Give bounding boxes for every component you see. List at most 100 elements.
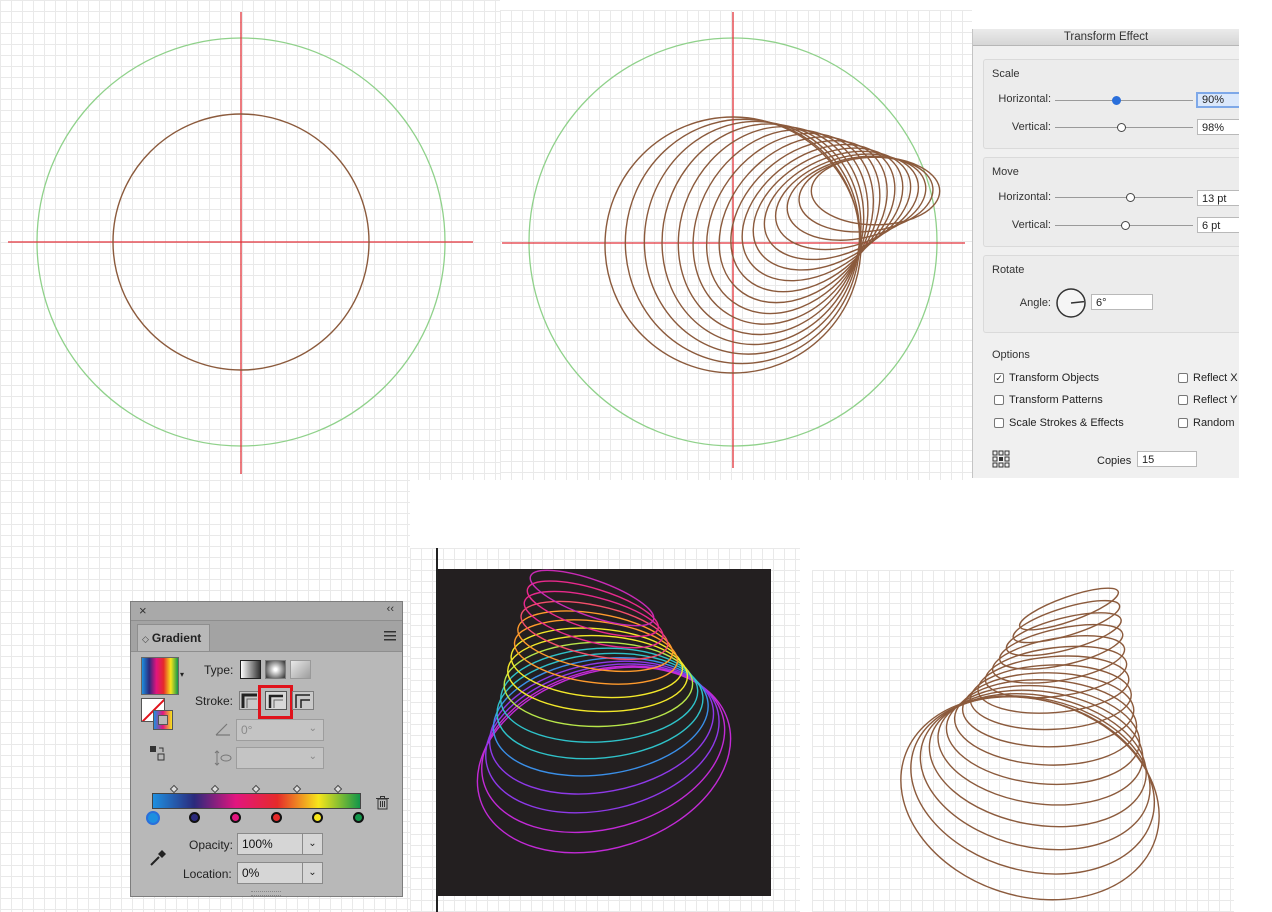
- reflect-y-checkbox[interactable]: [1178, 395, 1188, 405]
- black-artwork-background: [437, 569, 771, 896]
- aspect-ratio-icon: [214, 750, 232, 766]
- tab-gradient-label: Gradient: [151, 631, 202, 645]
- tab-gradient[interactable]: ◇ Gradient: [137, 624, 210, 651]
- radial-type-button[interactable]: [265, 660, 286, 679]
- move-vertical-field[interactable]: 6 pt: [1197, 217, 1239, 233]
- midpoint-diamond-4[interactable]: [292, 784, 302, 794]
- fill-stroke-proxy[interactable]: [141, 698, 175, 732]
- close-icon[interactable]: ×: [139, 603, 147, 618]
- ellipse-series-brown: [604, 116, 941, 374]
- scale-horizontal-field[interactable]: 90%: [1196, 92, 1239, 108]
- scale-vertical-label: Vertical:: [1011, 121, 1051, 133]
- reflect-y-label: Reflect Y: [1193, 394, 1238, 406]
- reference-point-icon[interactable]: [992, 450, 1010, 468]
- copies-label: Copies: [1097, 455, 1132, 467]
- gradient-slider-bar[interactable]: [152, 793, 361, 809]
- move-horizontal-field[interactable]: 13 pt: [1197, 190, 1239, 206]
- gradient-stop-5[interactable]: [312, 812, 323, 823]
- gradient-panel: × ‹‹ ◇ Gradient ▾ Type: Stroke: 0° ⌄ ⌄ O…: [130, 601, 403, 897]
- scale-vertical-slider[interactable]: [1117, 123, 1126, 132]
- opacity-label: Opacity:: [189, 838, 234, 852]
- ellipse-copy: [763, 150, 912, 261]
- midpoint-diamond-5[interactable]: [333, 784, 343, 794]
- scale-horizontal-track[interactable]: [1055, 100, 1193, 101]
- trash-icon[interactable]: [376, 796, 389, 810]
- ellipse-copy: [661, 123, 862, 346]
- move-title: Move: [992, 166, 1019, 178]
- stroke-gradient-swatch[interactable]: [153, 710, 173, 730]
- gradient-stop-2[interactable]: [189, 812, 200, 823]
- gradient-thumbnail-dropdown-icon[interactable]: ▾: [180, 670, 184, 679]
- gradient-stop-3[interactable]: [230, 812, 241, 823]
- ellipse-copy: [1018, 587, 1120, 631]
- transform-patterns-label: Transform Patterns: [1009, 394, 1103, 406]
- angle-label: Angle:: [1019, 297, 1051, 309]
- angle-dropdown[interactable]: 0° ⌄: [236, 719, 324, 741]
- collapse-icon[interactable]: ‹‹: [387, 603, 394, 615]
- angle-dial[interactable]: [1055, 287, 1087, 319]
- linear-type-button[interactable]: [240, 660, 261, 679]
- freeform-type-button[interactable]: [290, 660, 311, 679]
- canvas-edge-line: [436, 548, 438, 912]
- scale-strokes-label: Scale Strokes & Effects: [1009, 417, 1124, 429]
- ellipse-series-brown-final: [900, 587, 1160, 901]
- move-horizontal-label: Horizontal:: [998, 191, 1051, 203]
- location-input[interactable]: 0%: [237, 862, 303, 884]
- random-checkbox[interactable]: [1178, 418, 1188, 428]
- ellipse-copy: [900, 695, 1160, 901]
- move-horizontal-slider[interactable]: [1126, 193, 1135, 202]
- opacity-input[interactable]: 100%: [237, 833, 303, 855]
- scale-horizontal-label: Horizontal:: [998, 93, 1051, 105]
- aspect-ratio-dropdown[interactable]: ⌄: [236, 747, 324, 769]
- scale-horizontal-slider[interactable]: [1112, 96, 1121, 105]
- reflect-x-checkbox[interactable]: [1178, 373, 1188, 383]
- stroke-across-button[interactable]: [292, 691, 314, 710]
- ellipse-copy: [718, 136, 881, 304]
- ellipse-copy: [977, 655, 1130, 714]
- angle-icon: [215, 723, 230, 736]
- move-vertical-slider[interactable]: [1121, 221, 1130, 230]
- type-label: Type:: [204, 663, 234, 677]
- gradient-stop-6[interactable]: [353, 812, 364, 823]
- angle-dropdown-value: 0°: [241, 723, 253, 737]
- ellipse-copy: [953, 678, 1138, 766]
- panel2-artwork: [502, 12, 965, 468]
- location-label: Location:: [183, 867, 232, 881]
- aspect-ratio-chevron-icon: ⌄: [308, 751, 317, 762]
- reverse-gradient-icon[interactable]: [149, 745, 165, 761]
- eyedropper-icon[interactable]: [148, 847, 168, 867]
- options-title: Options: [992, 349, 1030, 361]
- ellipse-copy: [810, 156, 941, 226]
- transform-objects-checkbox[interactable]: ✓: [994, 373, 1004, 383]
- random-label: Random: [1193, 417, 1235, 429]
- midpoint-diamond-2[interactable]: [210, 784, 220, 794]
- transform-patterns-checkbox[interactable]: [994, 395, 1004, 405]
- dialog-title: Transform Effect: [973, 29, 1239, 46]
- ellipse-copy: [692, 129, 869, 325]
- reflect-x-label: Reflect X: [1193, 372, 1238, 384]
- midpoint-diamond-1[interactable]: [169, 784, 179, 794]
- gradient-thumbnail[interactable]: [141, 657, 179, 695]
- rotate-title: Rotate: [992, 264, 1025, 276]
- scale-vertical-field[interactable]: 98%: [1197, 119, 1239, 135]
- menu-icon[interactable]: [384, 631, 396, 641]
- ellipse-copy: [786, 155, 927, 241]
- copies-field[interactable]: 15: [1137, 451, 1197, 467]
- transform-effect-dialog: Transform Effect Scale Horizontal: 90% V…: [972, 29, 1239, 478]
- midpoint-diamond-3[interactable]: [251, 784, 261, 794]
- gradient-stop-1[interactable]: [146, 811, 160, 825]
- move-vertical-label: Vertical:: [1011, 219, 1051, 231]
- opacity-chevron-icon[interactable]: ⌄: [303, 833, 323, 855]
- panel-titlebar: × ‹‹: [131, 602, 402, 621]
- move-horizontal-track[interactable]: [1055, 197, 1193, 198]
- panel-resize-grip[interactable]: [251, 891, 281, 896]
- panel1-artwork: [8, 12, 473, 474]
- ellipse-copy: [991, 635, 1126, 684]
- angle-field[interactable]: 6°: [1091, 294, 1153, 310]
- ellipse-copy: [705, 132, 875, 315]
- stroke-label: Stroke:: [195, 694, 234, 708]
- gradient-stop-4[interactable]: [271, 812, 282, 823]
- scale-strokes-checkbox[interactable]: [994, 418, 1004, 428]
- transform-objects-label: Transform Objects: [1009, 372, 1100, 384]
- location-chevron-icon[interactable]: ⌄: [303, 862, 323, 884]
